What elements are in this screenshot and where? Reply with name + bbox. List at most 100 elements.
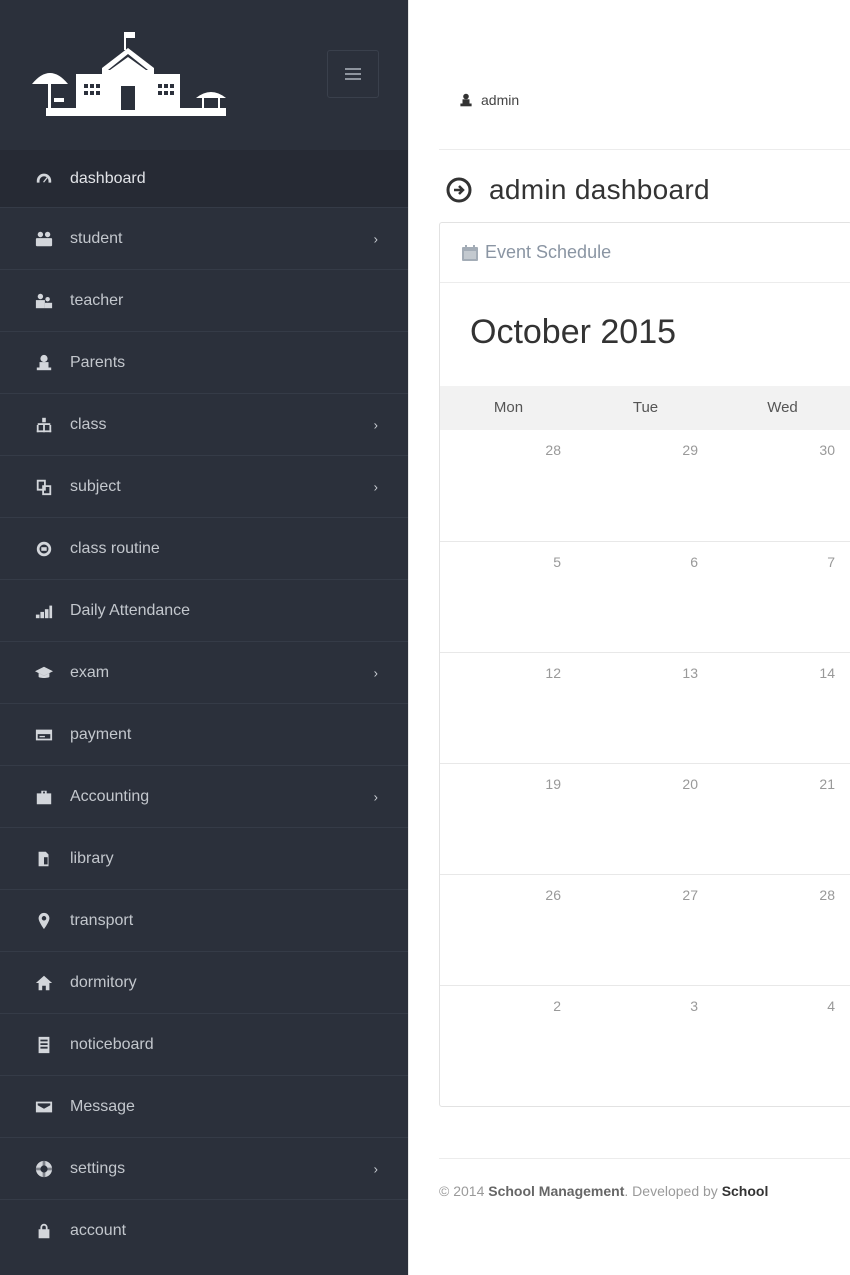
- circle-arrow-right-icon: [446, 177, 472, 203]
- chevron-right-icon: ›: [373, 1161, 378, 1176]
- sidebar-item-label: noticeboard: [70, 1035, 154, 1053]
- calendar-day-cell[interactable]: 13: [577, 653, 714, 763]
- user-icon: [32, 353, 56, 373]
- sidebar-nav: dashboard student › teacher Parents clas…: [0, 150, 408, 1261]
- calendar-day-cell[interactable]: 29: [577, 430, 714, 541]
- sidebar-item-settings[interactable]: settings ›: [0, 1137, 408, 1199]
- sidebar-item-payment[interactable]: payment: [0, 703, 408, 765]
- calendar-weekday-header: Mon Tue Wed: [440, 386, 850, 430]
- top-bar: admin: [439, 0, 850, 150]
- developed-by-text: . Developed by: [624, 1183, 722, 1199]
- calendar-day-cell[interactable]: 12: [440, 653, 577, 763]
- calendar-month-title: October 2015: [470, 313, 677, 351]
- calendar-day-cell[interactable]: 21: [714, 764, 850, 874]
- footer-text: © 2014 School Management. Developed by S…: [439, 1183, 768, 1199]
- sidebar-item-daily-attendance[interactable]: Daily Attendance: [0, 579, 408, 641]
- calendar-week-row: 234: [440, 985, 850, 1096]
- calendar-day-cell[interactable]: 6: [577, 542, 714, 652]
- sidebar-item-message[interactable]: Message: [0, 1075, 408, 1137]
- calendar-day-cell[interactable]: 28: [440, 430, 577, 541]
- inbox-icon: [32, 1097, 56, 1117]
- calendar-icon: [462, 244, 478, 261]
- sidebar-item-exam[interactable]: exam ›: [0, 641, 408, 703]
- map-marker-icon: [32, 911, 56, 931]
- weekday-label: Tue: [632, 399, 659, 416]
- books-icon: [32, 849, 56, 869]
- sitemap-icon: [32, 415, 56, 435]
- calendar-day-cell[interactable]: 20: [577, 764, 714, 874]
- sidebar-item-label: class routine: [70, 539, 160, 557]
- sidebar-item-teacher[interactable]: teacher: [0, 269, 408, 331]
- calendar-week-row: 19 20 21: [440, 763, 850, 874]
- user-menu[interactable]: admin: [459, 92, 519, 108]
- sidebar-item-label: subject: [70, 477, 121, 495]
- chevron-right-icon: ›: [373, 417, 378, 432]
- calendar-body: 28 29 30 5 6 7 12 13 14 19 20 21 26 27 28 2 3 4: [440, 430, 850, 1096]
- user-name: admin: [481, 92, 520, 108]
- panel-title: Event Schedule: [485, 242, 612, 262]
- sidebar-item-class[interactable]: class ›: [0, 393, 408, 455]
- calendar-day-cell[interactable]: 4: [714, 986, 850, 1096]
- sidebar-item-label: payment: [70, 725, 132, 743]
- briefcase-icon: [32, 787, 56, 807]
- sidebar-item-label: Accounting: [70, 787, 150, 805]
- sidebar-item-label: transport: [70, 911, 134, 929]
- chevron-right-icon: ›: [373, 789, 378, 804]
- calendar-day-cell[interactable]: 28: [714, 875, 850, 985]
- school-logo-icon[interactable]: [28, 28, 228, 123]
- sidebar-item-label: settings: [70, 1159, 126, 1177]
- calendar-grid: Mon Tue Wed 28 29 30 5 6 7 12 13 14 19 20 21 26 27 28 2…: [440, 386, 850, 1096]
- calendar-day-cell[interactable]: 19: [440, 764, 577, 874]
- lock-icon: [32, 1221, 56, 1241]
- sidebar-item-account[interactable]: account: [0, 1199, 408, 1261]
- sidebar-header: [0, 0, 408, 150]
- calendar-day-cell[interactable]: 2: [440, 986, 577, 1096]
- user-icon: [460, 93, 472, 107]
- calendar-day-cell[interactable]: 5: [440, 542, 577, 652]
- credit-card-icon: [32, 725, 56, 745]
- sidebar-item-accounting[interactable]: Accounting ›: [0, 765, 408, 827]
- event-schedule-panel: Event Schedule October 2015 Mon Tue Wed …: [439, 222, 850, 1107]
- sidebar-item-subject[interactable]: subject ›: [0, 455, 408, 517]
- users-group-icon: [32, 229, 56, 249]
- sidebar-item-transport[interactable]: transport: [0, 889, 408, 951]
- sidebar-item-label: dormitory: [70, 973, 137, 991]
- chevron-right-icon: ›: [373, 479, 378, 494]
- target-icon: [32, 539, 56, 559]
- chevron-right-icon: ›: [373, 231, 378, 246]
- page-title-text: admin dashboard: [489, 174, 710, 205]
- sidebar-item-label: library: [70, 849, 114, 867]
- calendar-day-cell[interactable]: 7: [714, 542, 850, 652]
- footer: © 2014 School Management. Developed by S…: [439, 1158, 850, 1228]
- sidebar: dashboard student › teacher Parents clas…: [0, 0, 408, 1275]
- menu-toggle-button[interactable]: [327, 50, 379, 98]
- signal-icon: [32, 601, 56, 621]
- sidebar-item-label: class: [70, 415, 107, 433]
- developer-link[interactable]: School: [722, 1183, 769, 1199]
- sidebar-item-parents[interactable]: Parents: [0, 331, 408, 393]
- weekday-label: Wed: [767, 399, 798, 416]
- chevron-right-icon: ›: [373, 665, 378, 680]
- sidebar-item-student[interactable]: student ›: [0, 207, 408, 269]
- panel-header: Event Schedule: [440, 223, 850, 283]
- weekday-label: Mon: [493, 399, 524, 416]
- document-icon: [32, 1035, 56, 1055]
- calendar-day-cell[interactable]: 14: [714, 653, 850, 763]
- main-content: admin admin dashboard Event Schedule Oct…: [408, 0, 850, 1275]
- calendar-day-cell[interactable]: 27: [577, 875, 714, 985]
- sidebar-item-noticeboard[interactable]: noticeboard: [0, 1013, 408, 1075]
- sidebar-item-class-routine[interactable]: class routine: [0, 517, 408, 579]
- calendar-week-row: 12 13 14: [440, 652, 850, 763]
- sidebar-item-dashboard[interactable]: dashboard: [0, 150, 408, 207]
- sidebar-item-label: Parents: [70, 353, 126, 371]
- copyright-text: © 2014: [439, 1183, 489, 1199]
- calendar-day-cell[interactable]: 26: [440, 875, 577, 985]
- lifebuoy-icon: [32, 1159, 56, 1179]
- sidebar-item-dormitory[interactable]: dormitory: [0, 951, 408, 1013]
- calendar-day-cell[interactable]: 30: [714, 430, 850, 541]
- sidebar-item-library[interactable]: library: [0, 827, 408, 889]
- calendar-day-cell[interactable]: 3: [577, 986, 714, 1096]
- sidebar-item-label: dashboard: [70, 169, 146, 187]
- sidebar-item-label: teacher: [70, 291, 124, 309]
- docs-icon: [32, 477, 56, 497]
